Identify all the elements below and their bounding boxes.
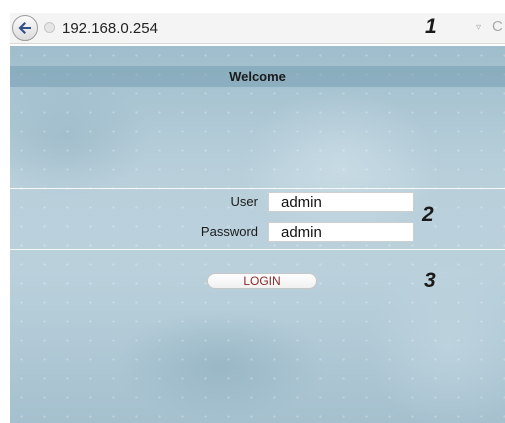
login-button[interactable]: LOGIN: [207, 273, 317, 289]
callout-3: 3: [424, 269, 436, 292]
password-input[interactable]: [268, 222, 414, 242]
login-page: Welcome User Password 2 LOGIN 3: [10, 46, 505, 423]
callout-1: 1: [425, 15, 437, 38]
welcome-banner: Welcome: [10, 66, 505, 87]
dropdown-icon[interactable]: ▿: [476, 22, 481, 33]
user-input[interactable]: [268, 192, 414, 212]
browser-address-bar: 192.168.0.254 1 ▿ C: [10, 13, 505, 44]
site-info-icon[interactable]: [44, 22, 55, 33]
user-label: User: [230, 194, 258, 209]
back-arrow-icon: [18, 22, 31, 34]
top-divider: [10, 188, 505, 189]
url-text[interactable]: 192.168.0.254: [62, 20, 158, 37]
password-label: Password: [200, 224, 258, 239]
reload-icon[interactable]: C: [492, 18, 503, 35]
bottom-divider: [10, 249, 505, 250]
callout-2: 2: [422, 203, 434, 226]
back-button[interactable]: [12, 15, 38, 41]
